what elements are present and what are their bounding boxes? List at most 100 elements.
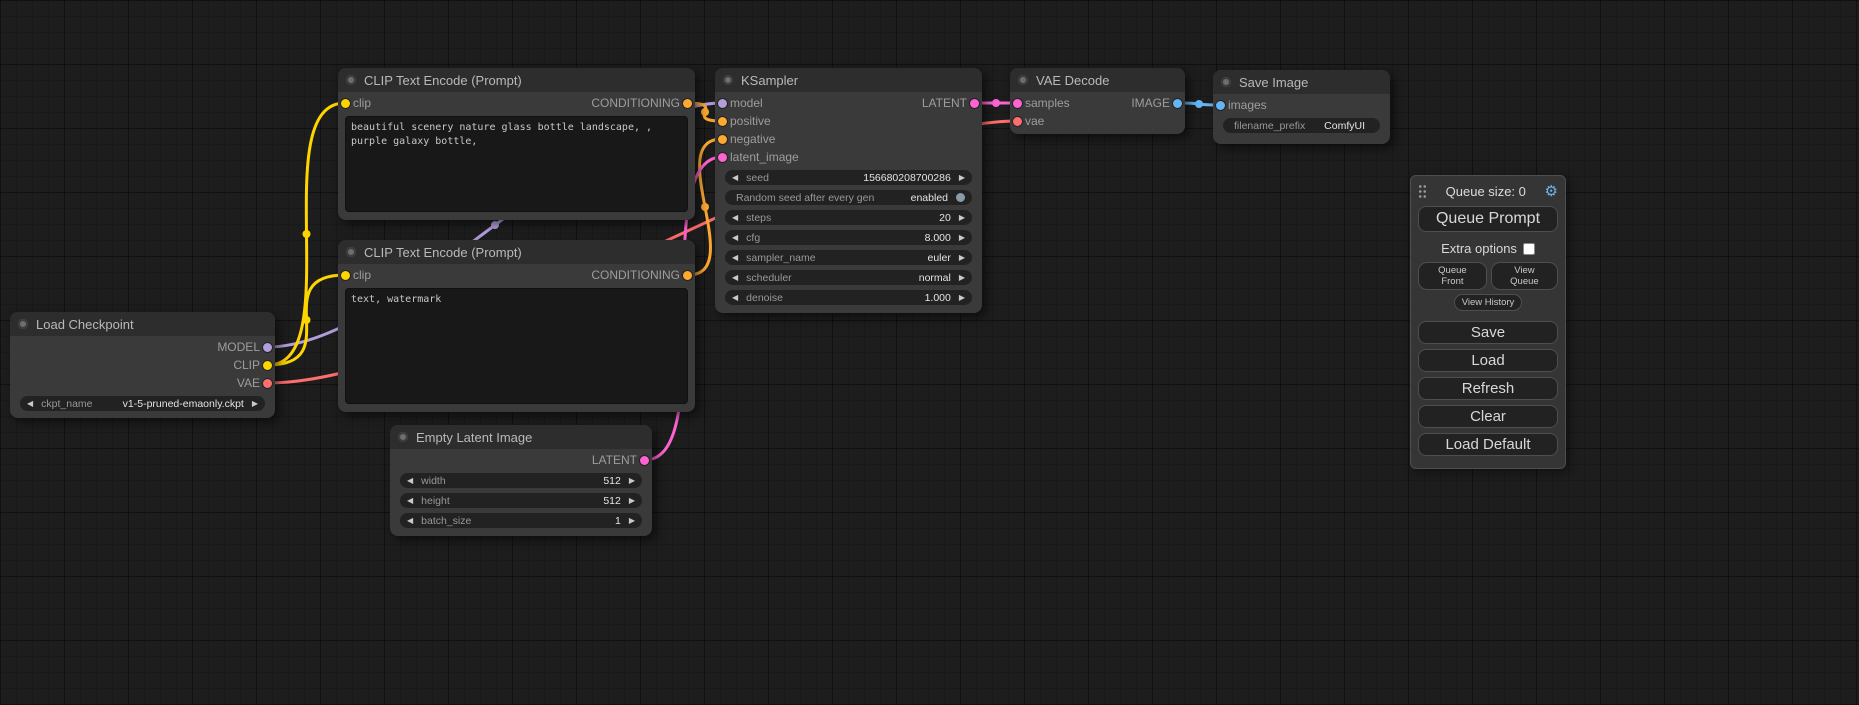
widget-seed[interactable]: ◀ seed 156680208700286 ▶ xyxy=(725,170,972,185)
collapse-dot-icon[interactable] xyxy=(398,432,408,442)
vae-output-port[interactable] xyxy=(263,379,272,388)
queue-prompt-button[interactable]: Queue Prompt xyxy=(1418,206,1558,232)
increment-arrow-icon[interactable]: ▶ xyxy=(959,294,965,302)
model-output-port[interactable] xyxy=(263,343,272,352)
conditioning-output-port[interactable] xyxy=(683,271,692,280)
slot-label: LATENT xyxy=(922,96,967,110)
increment-arrow-icon[interactable]: ▶ xyxy=(959,174,965,182)
widget-value: 1 xyxy=(615,515,621,527)
widget-scheduler[interactable]: ◀ scheduler normal ▶ xyxy=(725,270,972,285)
queue-front-button[interactable]: Queue Front xyxy=(1418,262,1487,290)
widget-value: enabled xyxy=(911,192,948,204)
widget-filename-prefix[interactable]: filename_prefix ComfyUI xyxy=(1223,118,1380,133)
refresh-button[interactable]: Refresh xyxy=(1418,377,1558,400)
decrement-arrow-icon[interactable]: ◀ xyxy=(732,174,738,182)
widget-random-seed-toggle[interactable]: Random seed after every gen enabled xyxy=(725,190,972,205)
output-slot-clip: CLIP xyxy=(10,356,275,374)
node-title-bar[interactable]: Empty Latent Image xyxy=(390,425,652,449)
collapse-dot-icon[interactable] xyxy=(1018,75,1028,85)
decrement-arrow-icon[interactable]: ◀ xyxy=(407,517,413,525)
latent-output-port[interactable] xyxy=(640,456,649,465)
latent-image-input-port[interactable] xyxy=(718,153,727,162)
widget-denoise[interactable]: ◀ denoise 1.000 ▶ xyxy=(725,290,972,305)
decrement-arrow-icon[interactable]: ◀ xyxy=(732,214,738,222)
positive-input-port[interactable] xyxy=(718,117,727,126)
increment-arrow-icon[interactable]: ▶ xyxy=(629,497,635,505)
view-queue-button[interactable]: View Queue xyxy=(1491,262,1558,290)
node-load-checkpoint[interactable]: Load Checkpoint MODEL CLIP VAE ◀ ckpt_na… xyxy=(10,312,275,418)
increment-arrow-icon[interactable]: ▶ xyxy=(959,234,965,242)
images-input-port[interactable] xyxy=(1216,101,1225,110)
widget-sampler-name[interactable]: ◀ sampler_name euler ▶ xyxy=(725,250,972,265)
node-title-bar[interactable]: CLIP Text Encode (Prompt) xyxy=(338,240,695,264)
vae-input-port[interactable] xyxy=(1013,117,1022,126)
slot-row: clip CONDITIONING xyxy=(338,94,695,112)
decrement-arrow-icon[interactable]: ◀ xyxy=(732,234,738,242)
link-midpoint-dot xyxy=(491,221,499,229)
collapse-dot-icon[interactable] xyxy=(346,75,356,85)
widget-steps[interactable]: ◀ steps 20 ▶ xyxy=(725,210,972,225)
decrement-arrow-icon[interactable]: ◀ xyxy=(407,497,413,505)
extra-options-checkbox[interactable] xyxy=(1523,243,1535,255)
widget-width[interactable]: ◀ width 512 ▶ xyxy=(400,473,642,488)
node-title-bar[interactable]: Load Checkpoint xyxy=(10,312,275,336)
load-button[interactable]: Load xyxy=(1418,349,1558,372)
collapse-dot-icon[interactable] xyxy=(346,247,356,257)
slot-label: images xyxy=(1228,98,1267,112)
collapse-dot-icon[interactable] xyxy=(18,319,28,329)
decrement-arrow-icon[interactable]: ◀ xyxy=(732,274,738,282)
model-input-port[interactable] xyxy=(718,99,727,108)
widget-height[interactable]: ◀ height 512 ▶ xyxy=(400,493,642,508)
widget-label: denoise xyxy=(746,292,783,304)
conditioning-output-port[interactable] xyxy=(683,99,692,108)
widget-cfg[interactable]: ◀ cfg 8.000 ▶ xyxy=(725,230,972,245)
node-empty-latent-image[interactable]: Empty Latent Image LATENT ◀ width 512 ▶ … xyxy=(390,425,652,536)
widget-value: 20 xyxy=(939,212,951,224)
negative-prompt-textarea[interactable]: text, watermark xyxy=(345,288,688,404)
node-title-bar[interactable]: KSampler xyxy=(715,68,982,92)
increment-arrow-icon[interactable]: ▶ xyxy=(959,274,965,282)
graph-canvas[interactable]: { "colors": { "model": "#B39DDB", "clip"… xyxy=(0,0,1859,705)
node-title-bar[interactable]: Save Image xyxy=(1213,70,1390,94)
positive-prompt-textarea[interactable]: beautiful scenery nature glass bottle la… xyxy=(345,116,688,212)
widget-batch-size[interactable]: ◀ batch_size 1 ▶ xyxy=(400,513,642,528)
slot-label: CONDITIONING xyxy=(591,96,680,110)
slot-label: model xyxy=(730,96,763,110)
drag-handle-icon[interactable] xyxy=(1418,184,1427,199)
node-clip-text-encode-negative[interactable]: CLIP Text Encode (Prompt) clip CONDITION… xyxy=(338,240,695,412)
node-title-bar[interactable]: CLIP Text Encode (Prompt) xyxy=(338,68,695,92)
node-save-image[interactable]: Save Image images filename_prefix ComfyU… xyxy=(1213,70,1390,144)
extra-options-label: Extra options xyxy=(1441,241,1517,256)
settings-gear-icon[interactable]: ⚙ xyxy=(1545,184,1558,199)
collapse-dot-icon[interactable] xyxy=(723,75,733,85)
clip-input-port[interactable] xyxy=(341,271,350,280)
increment-arrow-icon[interactable]: ▶ xyxy=(252,400,258,408)
node-ksampler[interactable]: KSampler model LATENT positive negative … xyxy=(715,68,982,313)
save-button[interactable]: Save xyxy=(1418,321,1558,344)
view-history-button[interactable]: View History xyxy=(1454,294,1523,311)
clip-output-port[interactable] xyxy=(263,361,272,370)
collapse-dot-icon[interactable] xyxy=(1221,77,1231,87)
increment-arrow-icon[interactable]: ▶ xyxy=(629,477,635,485)
decrement-arrow-icon[interactable]: ◀ xyxy=(732,254,738,262)
samples-input-port[interactable] xyxy=(1013,99,1022,108)
decrement-arrow-icon[interactable]: ◀ xyxy=(407,477,413,485)
increment-arrow-icon[interactable]: ▶ xyxy=(629,517,635,525)
node-vae-decode[interactable]: VAE Decode samples IMAGE vae xyxy=(1010,68,1185,134)
node-clip-text-encode-positive[interactable]: CLIP Text Encode (Prompt) clip CONDITION… xyxy=(338,68,695,220)
node-title-bar[interactable]: VAE Decode xyxy=(1010,68,1185,92)
negative-input-port[interactable] xyxy=(718,135,727,144)
clear-button[interactable]: Clear xyxy=(1418,405,1558,428)
widget-value: normal xyxy=(919,272,951,284)
widget-ckpt-name[interactable]: ◀ ckpt_name v1-5-pruned-emaonly.ckpt ▶ xyxy=(20,396,265,411)
toggle-dot-icon[interactable] xyxy=(956,193,965,202)
image-output-port[interactable] xyxy=(1173,99,1182,108)
latent-output-port[interactable] xyxy=(970,99,979,108)
load-default-button[interactable]: Load Default xyxy=(1418,433,1558,456)
decrement-arrow-icon[interactable]: ◀ xyxy=(27,400,33,408)
increment-arrow-icon[interactable]: ▶ xyxy=(959,214,965,222)
decrement-arrow-icon[interactable]: ◀ xyxy=(732,294,738,302)
increment-arrow-icon[interactable]: ▶ xyxy=(959,254,965,262)
clip-input-port[interactable] xyxy=(341,99,350,108)
widget-value: 1.000 xyxy=(925,292,951,304)
